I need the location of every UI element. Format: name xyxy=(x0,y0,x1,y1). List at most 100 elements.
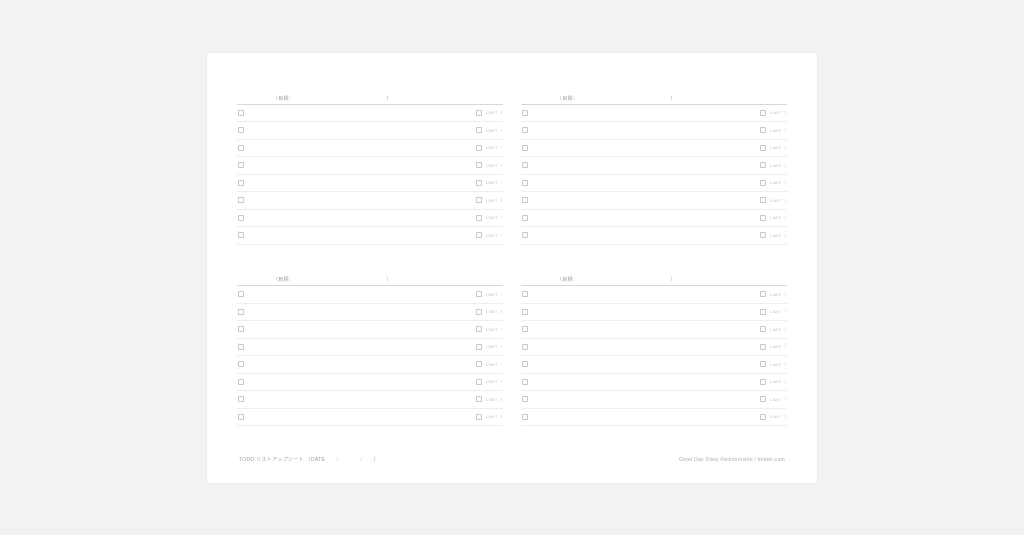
task-checkbox[interactable] xyxy=(238,215,244,221)
task-checkbox[interactable] xyxy=(522,145,528,151)
limit-checkbox[interactable] xyxy=(476,127,482,133)
section-goal-close: ） xyxy=(386,276,391,283)
task-checkbox[interactable] xyxy=(238,127,244,133)
limit-checkbox[interactable] xyxy=(760,145,766,151)
task-checkbox[interactable] xyxy=(522,110,528,116)
limit-checkbox[interactable] xyxy=(476,197,482,203)
limit-checkbox[interactable] xyxy=(760,127,766,133)
limit-checkbox[interactable] xyxy=(760,232,766,238)
task-checkbox[interactable] xyxy=(238,180,244,186)
limit-slash: / xyxy=(785,309,786,314)
limit-slash: / xyxy=(501,414,502,419)
section-goal-label: （目標： xyxy=(273,276,294,283)
footer-left: TODO リストアップシート （DATE / / ） xyxy=(239,456,379,463)
task-checkbox[interactable] xyxy=(522,344,528,350)
section-goal-close: ） xyxy=(670,95,675,102)
task-checkbox[interactable] xyxy=(238,162,244,168)
limit-checkbox[interactable] xyxy=(476,215,482,221)
task-checkbox[interactable] xyxy=(238,361,244,367)
task-checkbox[interactable] xyxy=(238,197,244,203)
task-checkbox[interactable] xyxy=(238,379,244,385)
limit-checkbox[interactable] xyxy=(760,309,766,315)
task-checkbox[interactable] xyxy=(238,110,244,116)
limit-checkbox[interactable] xyxy=(760,197,766,203)
task-checkbox[interactable] xyxy=(522,215,528,221)
task-checkbox[interactable] xyxy=(238,396,244,402)
limit-checkbox[interactable] xyxy=(476,145,482,151)
limit-checkbox[interactable] xyxy=(760,110,766,116)
todo-row: LIMIT/ xyxy=(237,374,503,392)
limit-label: LIMIT xyxy=(486,397,498,402)
limit-label: LIMIT xyxy=(770,215,782,220)
task-checkbox[interactable] xyxy=(522,197,528,203)
task-checkbox[interactable] xyxy=(522,309,528,315)
task-checkbox[interactable] xyxy=(522,180,528,186)
task-checkbox[interactable] xyxy=(522,361,528,367)
limit-slash: / xyxy=(501,309,502,314)
section-goal-label: （目標： xyxy=(273,95,294,102)
limit-slash: / xyxy=(785,128,786,133)
limit-checkbox[interactable] xyxy=(476,232,482,238)
limit-checkbox[interactable] xyxy=(760,162,766,168)
limit-checkbox[interactable] xyxy=(760,291,766,297)
todo-section: （目標：）LIMIT/LIMIT/LIMIT/LIMIT/LIMIT/LIMIT… xyxy=(521,95,787,269)
task-checkbox[interactable] xyxy=(522,162,528,168)
task-checkbox[interactable] xyxy=(522,291,528,297)
task-checkbox[interactable] xyxy=(238,291,244,297)
task-checkbox[interactable] xyxy=(238,145,244,151)
limit-checkbox[interactable] xyxy=(476,326,482,332)
limit-slash: / xyxy=(501,145,502,150)
limit-checkbox[interactable] xyxy=(476,180,482,186)
limit-checkbox[interactable] xyxy=(760,414,766,420)
limit-checkbox[interactable] xyxy=(760,326,766,332)
limit-checkbox[interactable] xyxy=(760,344,766,350)
limit-slash: / xyxy=(501,163,502,168)
limit-label: LIMIT xyxy=(486,215,498,220)
limit-checkbox[interactable] xyxy=(476,162,482,168)
limit-checkbox[interactable] xyxy=(476,110,482,116)
limit-checkbox[interactable] xyxy=(476,361,482,367)
todo-row: LIMIT/ xyxy=(237,227,503,245)
todo-row: LIMIT/ xyxy=(521,409,787,427)
task-checkbox[interactable] xyxy=(522,379,528,385)
limit-slash: / xyxy=(501,110,502,115)
task-checkbox[interactable] xyxy=(238,309,244,315)
task-checkbox[interactable] xyxy=(522,127,528,133)
todo-row: LIMIT/ xyxy=(521,286,787,304)
footer-date-close: ） xyxy=(374,457,379,463)
task-checkbox[interactable] xyxy=(238,326,244,332)
limit-checkbox[interactable] xyxy=(476,291,482,297)
limit-slash: / xyxy=(785,397,786,402)
section-rows: LIMIT/LIMIT/LIMIT/LIMIT/LIMIT/LIMIT/LIMI… xyxy=(521,105,787,245)
todo-row: LIMIT/ xyxy=(237,339,503,357)
limit-checkbox[interactable] xyxy=(760,361,766,367)
task-checkbox[interactable] xyxy=(522,414,528,420)
task-checkbox[interactable] xyxy=(522,232,528,238)
limit-slash: / xyxy=(785,180,786,185)
task-checkbox[interactable] xyxy=(238,232,244,238)
limit-slash: / xyxy=(501,327,502,332)
todo-row: LIMIT/ xyxy=(521,140,787,158)
limit-checkbox[interactable] xyxy=(476,396,482,402)
task-checkbox[interactable] xyxy=(522,396,528,402)
footer-title: TODO リストアップシート xyxy=(239,457,304,463)
limit-slash: / xyxy=(785,327,786,332)
limit-label: LIMIT xyxy=(486,180,498,185)
limit-checkbox[interactable] xyxy=(760,396,766,402)
limit-label: LIMIT xyxy=(770,414,782,419)
task-checkbox[interactable] xyxy=(238,344,244,350)
todo-row: LIMIT/ xyxy=(521,210,787,228)
limit-checkbox[interactable] xyxy=(760,379,766,385)
limit-label: LIMIT xyxy=(486,198,498,203)
section-goal-label: （目標： xyxy=(557,276,578,283)
task-checkbox[interactable] xyxy=(522,326,528,332)
task-checkbox[interactable] xyxy=(238,414,244,420)
limit-checkbox[interactable] xyxy=(760,215,766,221)
limit-slash: / xyxy=(501,397,502,402)
limit-checkbox[interactable] xyxy=(476,344,482,350)
limit-checkbox[interactable] xyxy=(476,379,482,385)
limit-checkbox[interactable] xyxy=(476,309,482,315)
limit-checkbox[interactable] xyxy=(476,414,482,420)
limit-checkbox[interactable] xyxy=(760,180,766,186)
limit-slash: / xyxy=(501,215,502,220)
